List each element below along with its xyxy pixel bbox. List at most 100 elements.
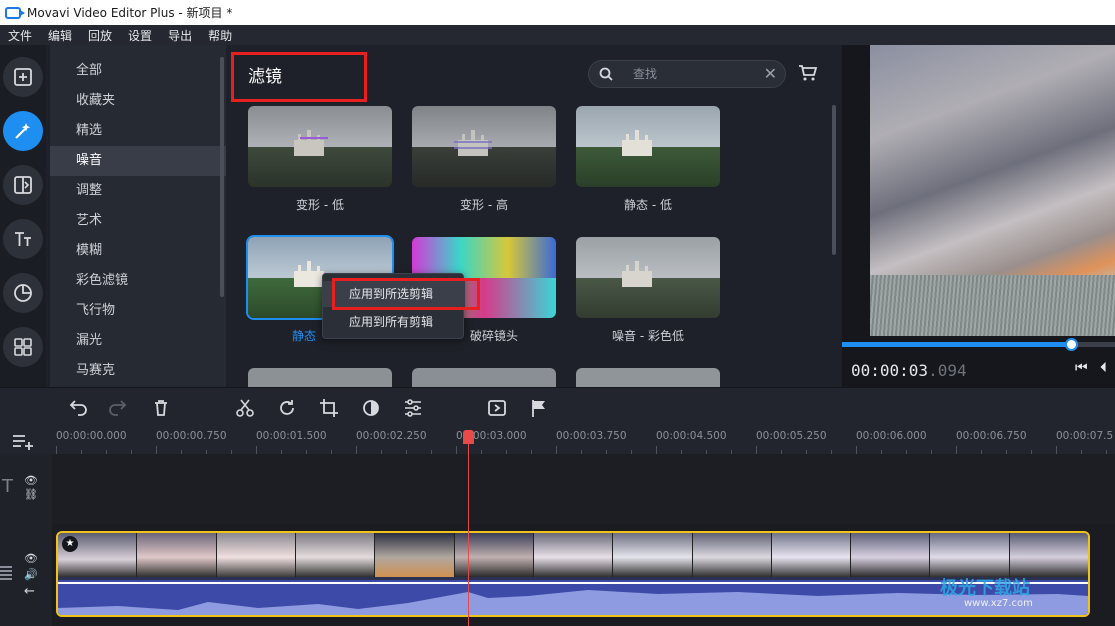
category-flying-objects[interactable]: 飞行物: [50, 296, 226, 326]
ruler-label: 00:00:00.750: [156, 430, 227, 442]
filter-tile[interactable]: 静态 - 低: [576, 106, 720, 213]
ruler-tick: [56, 446, 57, 454]
color-adjust-icon[interactable]: [360, 397, 382, 419]
previous-frame-icon[interactable]: ⏴: [1100, 360, 1107, 376]
filter-tile[interactable]: 变形 - 高: [412, 106, 556, 213]
preview-panel: 00:00:03.094 ⏮ ⏴: [842, 45, 1115, 387]
title-track[interactable]: [52, 454, 1115, 524]
playhead-line[interactable]: [468, 430, 469, 626]
filter-thumbnail: [248, 368, 392, 387]
watermark-logo: 极光下载站 www.xz7.com: [940, 574, 1033, 609]
transitions-button[interactable]: [3, 165, 43, 205]
ruler-tick: [556, 446, 557, 454]
cart-icon[interactable]: [797, 63, 819, 83]
filter-thumbnail: [248, 106, 392, 187]
title-track-header: T 👁 ⛓: [0, 454, 52, 524]
filter-tile[interactable]: [248, 368, 392, 387]
menu-help[interactable]: 帮助: [208, 27, 232, 44]
titles-icon: [15, 232, 31, 246]
timecode-ms: .094: [928, 361, 967, 380]
category-mosaic[interactable]: 马赛克: [50, 356, 226, 386]
menu-edit[interactable]: 编辑: [48, 27, 72, 44]
ruler-tick: [456, 446, 457, 454]
ruler-label: 00:00:00.000: [56, 430, 127, 442]
filter-thumbnail: [576, 237, 720, 318]
panel-scrollbar[interactable]: [832, 105, 836, 255]
marker-flag-icon[interactable]: [528, 397, 550, 419]
rotate-icon[interactable]: [276, 397, 298, 419]
category-favorites[interactable]: 收藏夹: [50, 86, 226, 116]
ruler-tick: [356, 446, 357, 454]
skip-to-start-icon[interactable]: ⏮: [1075, 360, 1088, 376]
category-light-leaks[interactable]: 漏光: [50, 326, 226, 356]
filters-button[interactable]: [3, 111, 43, 151]
star-icon[interactable]: ★: [62, 536, 78, 552]
title-highlight-box: [231, 52, 367, 102]
more-tools-button[interactable]: [3, 327, 43, 367]
import-icon: [14, 68, 32, 86]
ruler-tick: [856, 446, 857, 454]
ruler-label: 00:00:07.5: [1056, 430, 1114, 442]
ruler-label: 00:00:06.000: [856, 430, 927, 442]
import-button[interactable]: [3, 57, 43, 97]
timeline-ruler[interactable]: 00:00:00.000 00:00:00.750 00:00:01.500 0…: [0, 427, 1115, 454]
audio-waveform[interactable]: [58, 580, 1088, 615]
clip-frames: [58, 533, 1088, 577]
apply-to-all-clips[interactable]: 应用到所有剪辑: [323, 309, 465, 335]
volume-icon[interactable]: 🔊: [24, 568, 38, 581]
menu-playback[interactable]: 回放: [88, 27, 112, 44]
film-strip-icon: [0, 566, 12, 580]
tool-rail: [0, 45, 46, 387]
timeline-toolbar: [0, 387, 1115, 427]
filter-tile[interactable]: 噪音 - 彩色低: [576, 237, 720, 344]
filter-tile[interactable]: [412, 368, 556, 387]
undo-icon[interactable]: [66, 397, 88, 419]
delete-icon[interactable]: [150, 397, 172, 419]
filter-tile[interactable]: [576, 368, 720, 387]
menu-settings[interactable]: 设置: [128, 27, 152, 44]
category-scrollbar[interactable]: [220, 57, 224, 297]
ruler-tick: [256, 446, 257, 454]
watermark-main: 极光下载站: [940, 578, 1030, 599]
menu-highlight-box: [332, 278, 480, 310]
category-art[interactable]: 艺术: [50, 206, 226, 236]
ruler-tick: [756, 446, 757, 454]
waveform-graph: [58, 590, 1088, 615]
video-clip[interactable]: ★: [56, 531, 1090, 617]
crop-icon[interactable]: [318, 397, 340, 419]
link-icon[interactable]: ⛓: [24, 488, 38, 501]
arrow-left-icon[interactable]: ←: [24, 584, 35, 599]
preview-progress-bar[interactable]: [842, 338, 1115, 351]
movavi-app-icon: [5, 6, 25, 19]
redo-icon[interactable]: [108, 397, 130, 419]
preview-progress-knob[interactable]: [1065, 338, 1079, 351]
filter-thumbnail: [412, 368, 556, 387]
titles-button[interactable]: [3, 219, 43, 259]
preview-video[interactable]: [870, 45, 1115, 336]
category-featured[interactable]: 精选: [50, 116, 226, 146]
clip-properties-icon[interactable]: [402, 397, 424, 419]
category-noise[interactable]: 噪音: [50, 146, 226, 176]
playhead-handle[interactable]: [463, 430, 474, 444]
search-input[interactable]: [633, 66, 753, 82]
menu-file[interactable]: 文件: [8, 27, 32, 44]
eye-icon[interactable]: 👁: [24, 474, 38, 487]
category-blur[interactable]: 模糊: [50, 236, 226, 266]
ruler-label: 00:00:01.500: [256, 430, 327, 442]
clear-search-icon[interactable]: ✕: [764, 64, 777, 83]
video-track-header: 👁 🔊 ←: [0, 524, 52, 626]
add-track-icon[interactable]: [12, 432, 34, 450]
filter-tile[interactable]: 变形 - 低: [248, 106, 392, 213]
cut-icon[interactable]: [234, 397, 256, 419]
eye-icon[interactable]: 👁: [24, 552, 38, 565]
category-all[interactable]: 全部: [50, 56, 226, 86]
category-adjust[interactable]: 调整: [50, 176, 226, 206]
transition-wizard-icon[interactable]: [486, 397, 508, 419]
search-box: ✕: [588, 60, 786, 88]
preview-progress-fill: [842, 342, 1072, 347]
ruler-label: 00:00:06.750: [956, 430, 1027, 442]
category-color-filters[interactable]: 彩色滤镜: [50, 266, 226, 296]
menu-export[interactable]: 导出: [168, 27, 192, 44]
timecode: 00:00:03.094: [851, 361, 967, 380]
stickers-button[interactable]: [3, 273, 43, 313]
